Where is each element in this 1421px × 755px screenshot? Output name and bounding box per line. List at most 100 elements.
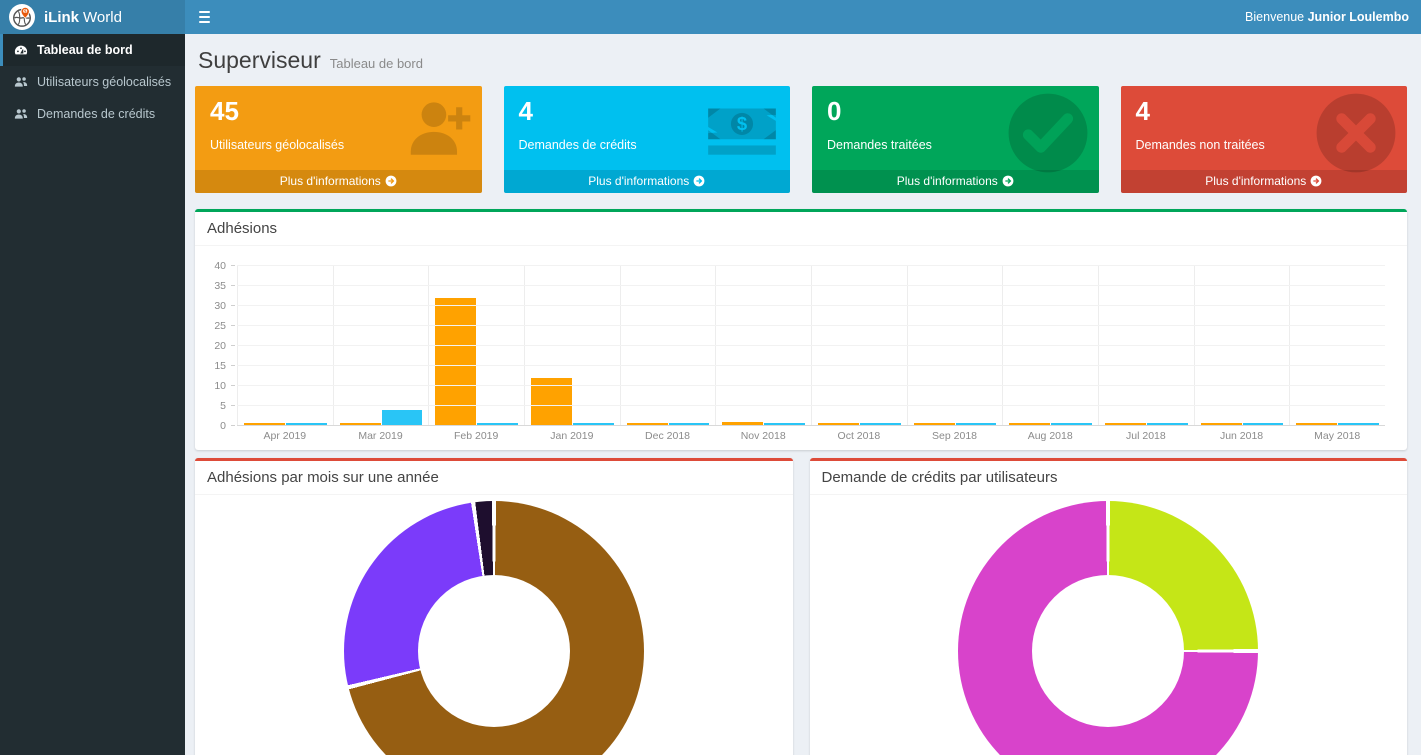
- y-axis-label: 0: [220, 421, 226, 432]
- x-axis-label: Dec 2018: [620, 430, 716, 442]
- y-axis-label: 30: [214, 301, 226, 312]
- bar-group: [1002, 266, 1098, 426]
- card-footer-label: Plus d'informations: [1205, 174, 1306, 188]
- box-title: Demande de crédits par utilisateurs: [810, 461, 1408, 495]
- brand-title-rest: World: [83, 9, 122, 26]
- x-axis-label: Sep 2018: [907, 430, 1003, 442]
- gridline: [237, 425, 1385, 426]
- bar: [435, 298, 476, 426]
- sidebar: Tableau de bord Utilisateurs géolocalisé…: [0, 34, 185, 755]
- gridline: [237, 285, 1385, 286]
- box-title: Adhésions: [195, 212, 1407, 246]
- brand-title-bold: iLink: [44, 9, 79, 26]
- donut-chart-body: [810, 495, 1408, 755]
- bar: [382, 410, 423, 426]
- bar-group: [237, 266, 333, 426]
- page-header: Superviseur Tableau de bord: [195, 34, 1407, 86]
- y-axis-tick: [231, 325, 235, 326]
- user-welcome[interactable]: Bienvenue Junior Loulembo: [1245, 10, 1409, 24]
- y-axis-label: 20: [214, 341, 226, 352]
- y-axis-label: 5: [220, 401, 226, 412]
- sidebar-item-utilisateurs-geolocalises[interactable]: Utilisateurs géolocalisés: [0, 66, 185, 98]
- adhesions-chart-box: Adhésions 0 5 10 15 20 25 30 35 40 Apr 2019Mar 2…: [195, 209, 1407, 450]
- stat-card-value: 45: [210, 95, 467, 128]
- stat-card-label: Utilisateurs géolocalisés: [210, 138, 467, 152]
- stat-card: 0 Demandes traitées Plus d'informations: [812, 86, 1099, 193]
- bar-group: [811, 266, 907, 426]
- y-axis-tick: [231, 385, 235, 386]
- y-axis-tick: [231, 345, 235, 346]
- page-title: Superviseur: [198, 47, 321, 74]
- gridline: [237, 345, 1385, 346]
- stat-card-value: 4: [1136, 95, 1393, 128]
- users-icon: [14, 75, 28, 89]
- stat-card-body: 0 Demandes traitées: [812, 86, 1099, 170]
- bar-group: [715, 266, 811, 426]
- stat-cards-row: 45 Utilisateurs géolocalisés Plus d'info…: [195, 86, 1407, 193]
- x-axis-label: Jan 2019: [524, 430, 620, 442]
- stat-card: 4 Demandes non traitées Plus d'informati…: [1121, 86, 1408, 193]
- stat-card-label: Demandes non traitées: [1136, 138, 1393, 152]
- page-subtitle: Tableau de bord: [330, 56, 423, 71]
- stat-card-label: Demandes traitées: [827, 138, 1084, 152]
- stat-card: 45 Utilisateurs géolocalisés Plus d'info…: [195, 86, 482, 193]
- gridline: [237, 265, 1385, 266]
- y-axis-tick: [231, 305, 235, 306]
- users-icon: [14, 107, 28, 121]
- y-axis-tick: [231, 425, 235, 426]
- gridline: [237, 365, 1385, 366]
- y-axis-label: 25: [214, 321, 226, 332]
- x-axis-label: Nov 2018: [715, 430, 811, 442]
- x-axis-label: Mar 2019: [333, 430, 429, 442]
- y-axis-label: 15: [214, 361, 226, 372]
- stat-card: 4 Demandes de crédits $ Plus d'informati…: [504, 86, 791, 193]
- main-content: Superviseur Tableau de bord 45 Utilisate…: [185, 0, 1421, 755]
- card-footer-label: Plus d'informations: [897, 174, 998, 188]
- x-axis-label: Jun 2018: [1194, 430, 1290, 442]
- y-axis-tick: [231, 365, 235, 366]
- y-axis-tick: [231, 285, 235, 286]
- stat-card-value: 4: [519, 95, 776, 128]
- adhesions-donut-box: Adhésions par mois sur une année: [195, 458, 793, 755]
- bar-group: [333, 266, 429, 426]
- stat-card-body: 4 Demandes non traitées: [1121, 86, 1408, 170]
- card-footer-label: Plus d'informations: [588, 174, 689, 188]
- y-axis-label: 10: [214, 381, 226, 392]
- bar-chart-groups: [237, 266, 1385, 426]
- bar-chart-x-labels: Apr 2019Mar 2019Feb 2019Jan 2019Dec 2018…: [237, 430, 1385, 442]
- bar-group: [1289, 266, 1385, 426]
- bar-group: [907, 266, 1003, 426]
- x-axis-label: May 2018: [1289, 430, 1385, 442]
- brand-title: iLinkWorld: [44, 9, 122, 26]
- y-axis-label: 40: [214, 261, 226, 272]
- bar-group: [1194, 266, 1290, 426]
- arrow-circle-right-icon: [385, 175, 397, 187]
- bar-group: [428, 266, 524, 426]
- card-more-info-link[interactable]: Plus d'informations: [504, 170, 791, 193]
- x-axis-label: Aug 2018: [1002, 430, 1098, 442]
- arrow-circle-right-icon: [693, 175, 705, 187]
- hamburger-icon[interactable]: [197, 7, 212, 27]
- gridline: [237, 305, 1385, 306]
- sidebar-item-demandes-de-credits[interactable]: Demandes de crédits: [0, 98, 185, 130]
- sidebar-item-label: Demandes de crédits: [37, 107, 155, 121]
- y-axis-tick: [231, 265, 235, 266]
- top-navbar: $ iLinkWorld Bienvenue Junior Loulembo: [0, 0, 1421, 34]
- bar-chart: 0 5 10 15 20 25 30 35 40 Apr 2019Mar 2019Feb 201…: [195, 246, 1407, 450]
- bar-chart-plot: [237, 266, 1385, 426]
- donut-chart-body: [195, 495, 793, 755]
- gridline: [237, 385, 1385, 386]
- bar-group: [524, 266, 620, 426]
- y-axis-label: 35: [214, 281, 226, 292]
- credits-donut-chart: [958, 501, 1258, 755]
- gridline: [237, 405, 1385, 406]
- app-brand[interactable]: $ iLinkWorld: [0, 0, 185, 34]
- card-more-info-link[interactable]: Plus d'informations: [195, 170, 482, 193]
- stat-card-body: 45 Utilisateurs géolocalisés: [195, 86, 482, 170]
- sidebar-item-label: Utilisateurs géolocalisés: [37, 75, 171, 89]
- x-axis-label: Apr 2019: [237, 430, 333, 442]
- sidebar-item-tableau-de-bord[interactable]: Tableau de bord: [0, 34, 185, 66]
- gridline: [237, 325, 1385, 326]
- donut-charts-row: Adhésions par mois sur une année Demande…: [195, 458, 1407, 755]
- stat-card-label: Demandes de crédits: [519, 138, 776, 152]
